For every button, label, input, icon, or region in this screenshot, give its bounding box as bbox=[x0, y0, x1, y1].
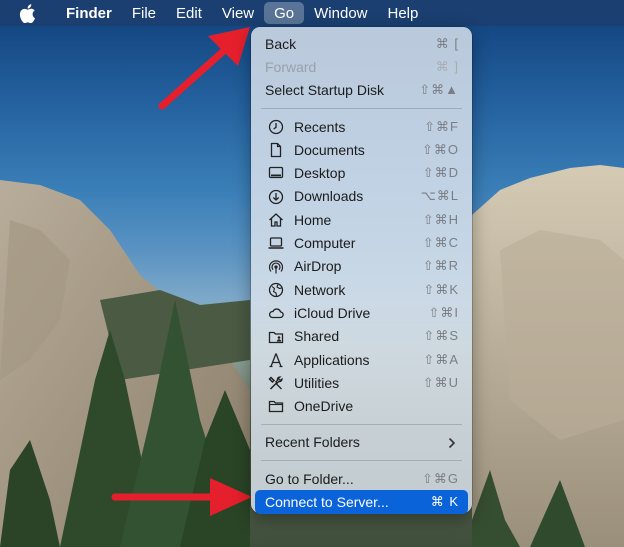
shortcut: ⇧⌘C bbox=[422, 235, 459, 251]
menu-item-connect-to-server[interactable]: Connect to Server... ⌘ K bbox=[255, 490, 468, 514]
shortcut: ⇧⌘K bbox=[423, 281, 459, 297]
utilities-icon bbox=[267, 374, 285, 392]
shortcut: ⇧⌘H bbox=[422, 211, 459, 227]
laptop-icon bbox=[267, 234, 285, 252]
home-icon bbox=[267, 211, 285, 229]
cloud-icon bbox=[267, 304, 285, 322]
arrow-to-go-menu bbox=[158, 27, 250, 110]
arrow-to-connect-to-server bbox=[111, 478, 252, 516]
menu-bar: Finder File Edit View Go Window Help bbox=[0, 0, 624, 26]
menu-item-documents[interactable]: Documents ⇧⌘O bbox=[255, 138, 468, 161]
chevron-right-icon bbox=[448, 436, 456, 452]
airdrop-icon bbox=[267, 258, 285, 276]
menu-item-onedrive[interactable]: OneDrive bbox=[255, 394, 468, 417]
menu-item-computer[interactable]: Computer ⇧⌘C bbox=[255, 231, 468, 254]
menu-item-recents[interactable]: Recents ⇧⌘F bbox=[255, 115, 468, 138]
menu-item-forward: Forward ⌘ ] bbox=[265, 58, 459, 75]
menu-item-airdrop[interactable]: AirDrop ⇧⌘R bbox=[255, 255, 468, 278]
menu-window[interactable]: Window bbox=[304, 0, 377, 26]
menu-view[interactable]: View bbox=[212, 0, 264, 26]
shortcut: ⇧⌘O bbox=[421, 141, 459, 157]
network-globe-icon bbox=[267, 281, 285, 299]
menu-item-desktop[interactable]: Desktop ⇧⌘D bbox=[255, 161, 468, 184]
menu-help[interactable]: Help bbox=[378, 0, 429, 26]
shortcut: ⇧⌘I bbox=[428, 304, 459, 320]
shortcut: ⇧⌘F bbox=[424, 118, 459, 134]
desktop-icon bbox=[267, 164, 285, 182]
menu-item-utilities[interactable]: Utilities ⇧⌘U bbox=[255, 371, 468, 394]
menu-item-go-to-folder[interactable]: Go to Folder... ⇧⌘G bbox=[255, 467, 468, 490]
shortcut: ⌘ ] bbox=[435, 58, 459, 74]
go-menu-dropdown: Back ⌘ [ Forward ⌘ ] Select Startup Disk… bbox=[251, 27, 472, 514]
download-icon bbox=[267, 188, 285, 206]
document-icon bbox=[267, 141, 285, 159]
shortcut: ⇧⌘D bbox=[422, 165, 459, 181]
menu-item-select-startup-disk[interactable]: Select Startup Disk ⇧⌘▲ bbox=[255, 79, 468, 102]
menu-item-recent-folders[interactable]: Recent Folders bbox=[255, 431, 468, 454]
shortcut: ⇧⌘U bbox=[422, 374, 459, 390]
applications-icon bbox=[267, 351, 285, 369]
menu-file[interactable]: File bbox=[122, 0, 166, 26]
clock-icon bbox=[267, 118, 285, 136]
menu-item-shared[interactable]: Shared ⇧⌘S bbox=[255, 325, 468, 348]
shared-folder-icon bbox=[267, 328, 285, 346]
shortcut: ⇧⌘R bbox=[422, 258, 459, 274]
menu-item-downloads[interactable]: Downloads ⌥⌘L bbox=[255, 185, 468, 208]
menu-item-back[interactable]: Back ⌘ [ bbox=[255, 32, 468, 55]
menu-finder[interactable]: Finder bbox=[56, 0, 122, 26]
separator bbox=[261, 423, 462, 425]
menu-go[interactable]: Go bbox=[264, 2, 305, 24]
separator bbox=[261, 460, 462, 462]
separator bbox=[261, 107, 462, 109]
menu-item-network[interactable]: Network ⇧⌘K bbox=[255, 278, 468, 301]
shortcut: ⇧⌘▲ bbox=[419, 82, 459, 98]
shortcut: ⌥⌘L bbox=[420, 188, 459, 204]
shortcut: ⇧⌘S bbox=[423, 328, 459, 344]
shortcut: ⌘ K bbox=[430, 493, 459, 509]
shortcut: ⇧⌘A bbox=[423, 351, 459, 367]
menu-item-icloud-drive[interactable]: iCloud Drive ⇧⌘I bbox=[255, 301, 468, 324]
menu-edit[interactable]: Edit bbox=[166, 0, 212, 26]
menu-item-home[interactable]: Home ⇧⌘H bbox=[255, 208, 468, 231]
shortcut: ⌘ [ bbox=[435, 35, 459, 51]
shortcut: ⇧⌘G bbox=[421, 470, 459, 486]
menu-item-applications[interactable]: Applications ⇧⌘A bbox=[255, 348, 468, 371]
folder-icon bbox=[267, 397, 285, 415]
apple-logo-icon[interactable] bbox=[19, 3, 36, 23]
